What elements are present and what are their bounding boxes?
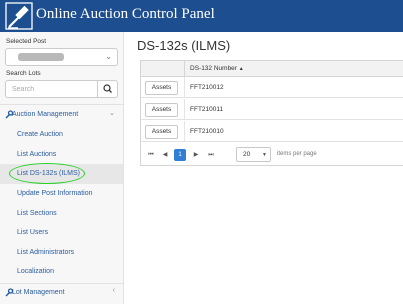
redacted-post-value <box>18 53 64 61</box>
ds132-grid: DS-132 Number ▲ Assets FFT210012 Assets … <box>140 60 403 166</box>
menu-list-ds132s[interactable]: List DS-132s (ILMS) <box>0 163 123 184</box>
menu-auction-management[interactable]: Auction Management ⌄ <box>0 105 123 125</box>
menu-localization[interactable]: Localization <box>0 262 123 282</box>
menu-list-sections[interactable]: List Sections <box>0 204 123 224</box>
column-separator <box>184 61 185 77</box>
page-1-button[interactable]: 1 <box>174 149 186 161</box>
app-header: Online Auction Control Panel <box>0 0 403 32</box>
table-row: Assets FFT210012 <box>141 77 403 98</box>
ds132-number-cell: FFT210010 <box>190 128 224 135</box>
items-per-page-label: items per page <box>277 151 317 157</box>
search-button[interactable] <box>97 81 117 97</box>
first-page-button[interactable]: ⏮ <box>145 149 157 161</box>
menu-create-auction-label: Create Auction <box>17 131 63 138</box>
assets-button[interactable]: Assets <box>145 81 178 95</box>
chevron-down-icon: ⌄ <box>105 52 112 61</box>
column-separator <box>184 99 185 119</box>
sidebar: Selected Post ⌄ Search Lots Auction Mana… <box>0 32 124 304</box>
page-title: DS-132s (ILMS) <box>137 38 231 53</box>
assets-button[interactable]: Assets <box>145 125 178 139</box>
search-lots-box <box>5 80 118 98</box>
menu-update-post[interactable]: Update Post Information <box>0 184 123 204</box>
last-page-button[interactable]: ⏭ <box>205 149 217 161</box>
column-separator <box>184 77 185 97</box>
menu-localization-label: Localization <box>17 268 54 275</box>
menu-update-post-label: Update Post Information <box>17 190 93 197</box>
page-size-select[interactable]: 20 ▼ <box>236 147 271 162</box>
highlight-circle <box>9 163 85 184</box>
chevron-down-icon: ⌄ <box>109 110 115 117</box>
sort-ascending-icon: ▲ <box>238 66 244 72</box>
menu-list-users-label: List Users <box>17 229 49 236</box>
menu-lot-management[interactable]: Lot Management ‹ <box>0 283 123 303</box>
search-icon <box>103 84 112 93</box>
menu-list-admins[interactable]: List Administrators <box>0 243 123 263</box>
grid-pager: ⏮ ◀ 1 ▶ ⏭ 20 ▼ items per page <box>141 143 403 166</box>
app-title: Online Auction Control Panel <box>36 6 215 22</box>
caret-down-icon: ▼ <box>262 152 267 158</box>
selected-post-label: Selected Post <box>6 38 47 45</box>
table-row: Assets FFT210010 <box>141 121 403 142</box>
assets-button[interactable]: Assets <box>145 103 178 117</box>
menu-list-sections-label: List Sections <box>17 210 57 217</box>
next-page-button[interactable]: ▶ <box>190 149 202 161</box>
selected-post-select[interactable]: ⌄ <box>5 48 118 66</box>
menu-list-admins-label: List Administrators <box>17 249 75 256</box>
menu-create-auction[interactable]: Create Auction <box>0 125 123 145</box>
column-separator <box>184 121 185 141</box>
column-header-label: DS-132 Number <box>190 65 237 72</box>
table-row: Assets FFT210011 <box>141 99 403 120</box>
menu-lot-management-label: Lot Management <box>12 289 65 296</box>
search-input[interactable] <box>6 81 99 97</box>
menu-list-auctions[interactable]: List Auctions <box>0 145 123 165</box>
ds132-number-column-header[interactable]: DS-132 Number ▲ <box>190 65 244 72</box>
ds132-number-cell: FFT210012 <box>190 84 224 91</box>
grid-header: DS-132 Number ▲ <box>141 61 403 77</box>
menu-list-auctions-label: List Auctions <box>17 151 57 158</box>
page-size-value: 20 <box>243 151 251 158</box>
gavel-logo-icon <box>5 2 33 30</box>
search-lots-label: Search Lots <box>6 70 41 77</box>
prev-page-button[interactable]: ◀ <box>159 149 171 161</box>
ds132-number-cell: FFT210011 <box>190 106 224 113</box>
menu-list-users[interactable]: List Users <box>0 223 123 243</box>
menu-auction-management-label: Auction Management <box>12 111 79 118</box>
chevron-left-icon: ‹ <box>112 287 115 294</box>
